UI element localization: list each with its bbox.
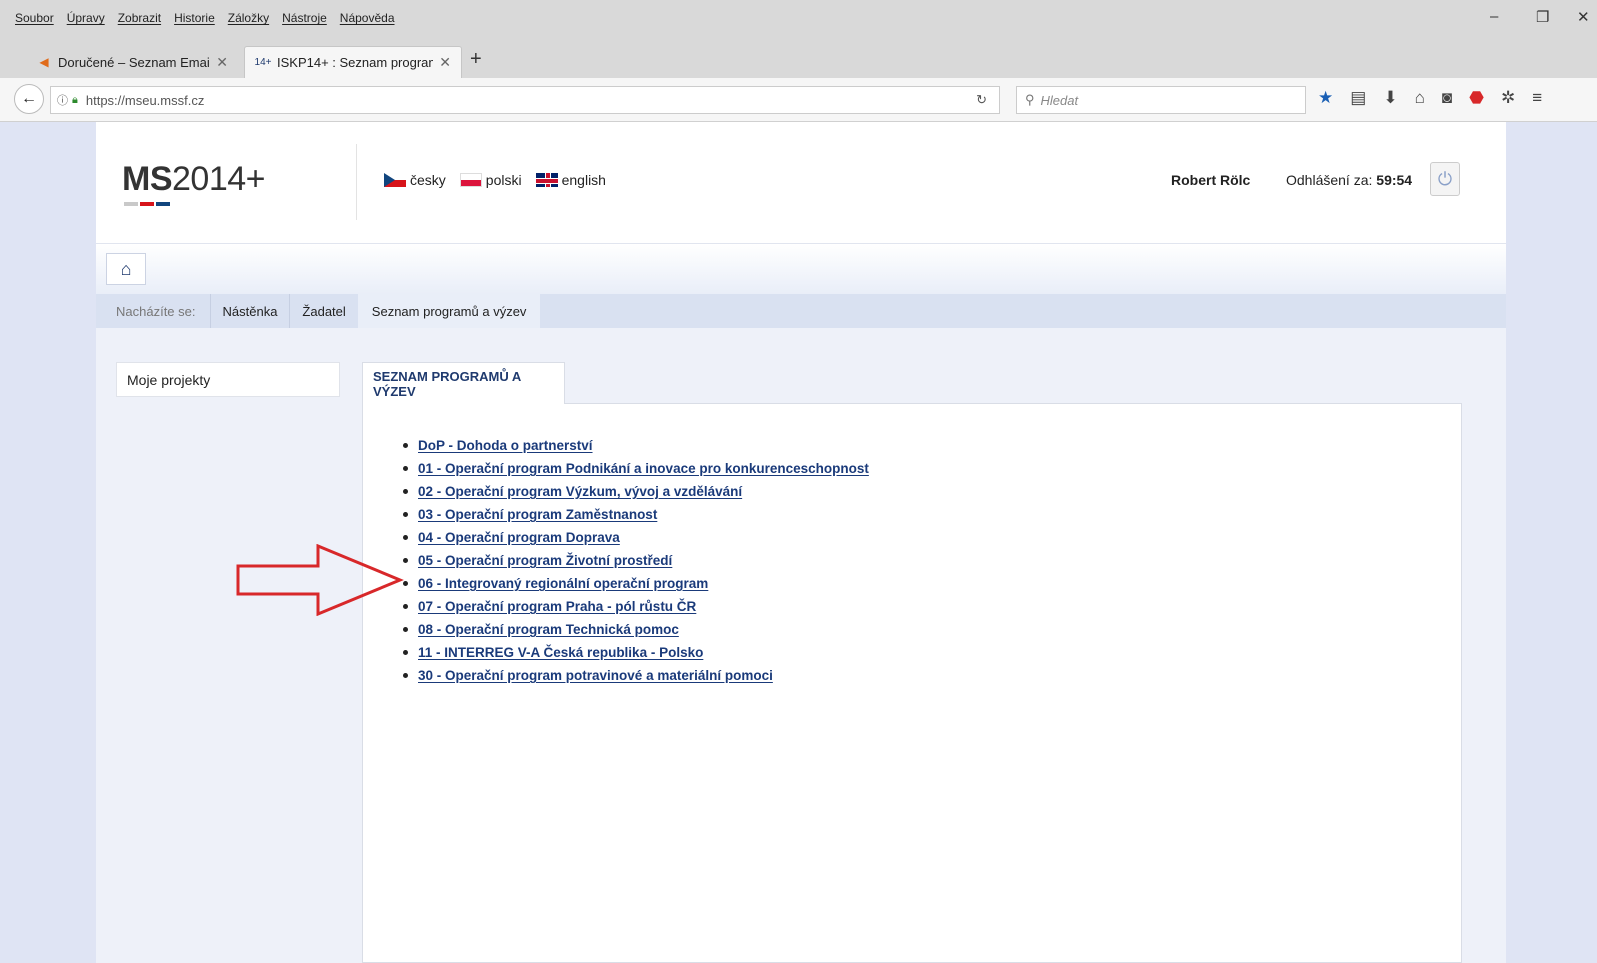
logo-stripe bbox=[124, 202, 138, 206]
logout-button[interactable]: ⏻ bbox=[1430, 162, 1460, 196]
list-item: 07 - Operační program Praha - pól růstu … bbox=[403, 595, 869, 618]
close-window-icon[interactable]: ✕ bbox=[1577, 8, 1590, 26]
bookmark-star-icon[interactable]: ★ bbox=[1318, 88, 1333, 108]
list-item: 05 - Operační program Životní prostředí bbox=[403, 549, 869, 572]
program-link[interactable]: 11 - INTERREG V-A Česká republika - Pols… bbox=[418, 645, 703, 660]
lock-icon: 🔒︎ bbox=[72, 93, 78, 106]
program-link[interactable]: 08 - Operační program Technická pomoc bbox=[418, 622, 679, 637]
back-button[interactable]: ← bbox=[14, 84, 44, 114]
breadcrumb-item-dashboard[interactable]: Nástěnka bbox=[209, 294, 290, 328]
menu-list: Soubor Úpravy Zobrazit Historie Záložky … bbox=[15, 11, 395, 25]
language-switcher: česky polski english bbox=[384, 172, 606, 188]
program-link[interactable]: DoP - Dohoda o partnerství bbox=[418, 438, 593, 453]
power-icon: ⏻ bbox=[1437, 168, 1453, 189]
restore-icon[interactable]: ❐ bbox=[1536, 8, 1549, 26]
site-header: MS2014+ česky polski english Robert Rölc… bbox=[96, 122, 1506, 244]
download-icon[interactable]: ⬇ bbox=[1383, 88, 1397, 108]
uk-flag-icon bbox=[535, 173, 558, 187]
close-tab-icon[interactable]: ✕ bbox=[216, 54, 228, 71]
program-link[interactable]: 03 - Operační program Zaměstnanost bbox=[418, 507, 657, 522]
tab-seznam-email[interactable]: ◀ Doručené – Seznam Email ✕ bbox=[26, 46, 238, 78]
breadcrumb: Nacházíte se: Nástěnka Žadatel Seznam pr… bbox=[96, 294, 1506, 328]
menu-item-tools[interactable]: Nástroje bbox=[282, 11, 327, 25]
new-tab-icon[interactable]: + bbox=[470, 48, 482, 71]
tab-iskp[interactable]: 14+ ISKP14+ : Seznam programů ✕ bbox=[244, 46, 462, 78]
minimize-icon[interactable]: – bbox=[1490, 8, 1498, 25]
search-icon: ⚲ bbox=[1025, 92, 1035, 107]
breadcrumb-item-applicant[interactable]: Žadatel bbox=[289, 294, 357, 328]
annotation-arrow-icon bbox=[236, 544, 404, 616]
seznam-email-icon: ◀ bbox=[39, 55, 49, 69]
logo-stripe bbox=[156, 202, 170, 206]
menu-item-file[interactable]: Soubor bbox=[15, 11, 54, 25]
logo-stripe bbox=[140, 202, 154, 206]
breadcrumb-current: Seznam programů a výzev bbox=[357, 294, 541, 328]
menu-item-view[interactable]: Zobrazit bbox=[118, 11, 161, 25]
polish-flag-icon bbox=[459, 173, 482, 187]
programs-panel: DoP - Dohoda o partnerství 01 - Operační… bbox=[362, 403, 1462, 963]
session-timeout: Odhlášení za: 59:54 bbox=[1286, 172, 1413, 188]
language-english[interactable]: english bbox=[535, 172, 606, 188]
breadcrumb-lead: Nacházíte se: bbox=[116, 303, 196, 319]
home-icon: ⌂ bbox=[120, 258, 132, 279]
list-item: 08 - Operační program Technická pomoc bbox=[403, 618, 869, 641]
ms2014-logo[interactable]: MS2014+ bbox=[122, 160, 266, 199]
header-divider bbox=[356, 144, 357, 220]
address-bar[interactable]: ⓘ 🔒︎ https://mseu.mssf.cz ↻ bbox=[50, 86, 1000, 114]
menu-item-help[interactable]: Nápověda bbox=[340, 11, 395, 25]
tab-programs-list[interactable]: SEZNAM PROGRAMŮ A VÝZEV bbox=[362, 362, 565, 404]
toolbar-icons: ★ ▤ ⬇ ⌂ ◙ ⬣ ✲ ≡ bbox=[1318, 88, 1542, 108]
program-link[interactable]: 04 - Operační program Doprava bbox=[418, 530, 620, 545]
list-item: 03 - Operační program Zaměstnanost bbox=[403, 503, 869, 526]
menu-item-history[interactable]: Historie bbox=[174, 11, 215, 25]
tab-title: Doručené – Seznam Email bbox=[58, 54, 211, 70]
language-polish[interactable]: polski bbox=[459, 172, 522, 188]
language-czech[interactable]: česky bbox=[384, 172, 446, 188]
logo-stripes bbox=[124, 202, 170, 206]
list-item: 11 - INTERREG V-A Česká republika - Pols… bbox=[403, 641, 869, 664]
list-item: 30 - Operační program potravinové a mate… bbox=[403, 664, 869, 687]
list-item: 06 - Integrovaný regionální operační pro… bbox=[403, 572, 869, 595]
close-tab-icon[interactable]: ✕ bbox=[439, 54, 451, 71]
home-icon[interactable]: ⌂ bbox=[1415, 88, 1425, 108]
tab-title: ISKP14+ : Seznam programů bbox=[277, 55, 434, 70]
sidebar-item-my-projects[interactable]: Moje projekty bbox=[116, 362, 340, 397]
reload-icon[interactable]: ↻ bbox=[976, 92, 987, 108]
pocket-icon[interactable]: ◙ bbox=[1442, 88, 1452, 108]
arrow-shape bbox=[236, 544, 404, 616]
czech-flag-icon bbox=[384, 173, 406, 187]
program-link[interactable]: 02 - Operační program Výzkum, vývoj a vz… bbox=[418, 484, 742, 499]
page-container: MS2014+ česky polski english Robert Rölc… bbox=[96, 122, 1506, 963]
list-item: 02 - Operační program Výzkum, vývoj a vz… bbox=[403, 480, 869, 503]
url-text: https://mseu.mssf.cz bbox=[85, 92, 205, 108]
browser-menubar: Soubor Úpravy Zobrazit Historie Záložky … bbox=[0, 0, 1597, 40]
menu-item-edit[interactable]: Úpravy bbox=[67, 11, 105, 25]
search-input[interactable]: ⚲ Hledat bbox=[1016, 86, 1306, 114]
program-link[interactable]: 07 - Operační program Praha - pól růstu … bbox=[418, 599, 696, 614]
arrow-left-icon: ← bbox=[21, 90, 37, 107]
programs-list: DoP - Dohoda o partnerství 01 - Operační… bbox=[403, 434, 869, 687]
program-link[interactable]: 30 - Operační program potravinové a mate… bbox=[418, 668, 773, 683]
list-item: 04 - Operační program Doprava bbox=[403, 526, 869, 549]
iskp-icon: 14+ bbox=[254, 57, 272, 68]
program-link[interactable]: 06 - Integrovaný regionální operační pro… bbox=[418, 576, 708, 591]
search-placeholder: Hledat bbox=[1040, 92, 1079, 108]
list-item: 01 - Operační program Podnikání a inovac… bbox=[403, 457, 869, 480]
browser-navbar: ← ⓘ 🔒︎ https://mseu.mssf.cz ↻ ⚲ Hledat ★… bbox=[0, 78, 1597, 122]
user-name[interactable]: Robert Rölc bbox=[1171, 172, 1250, 188]
hamburger-menu-icon[interactable]: ≡ bbox=[1532, 88, 1542, 108]
list-item: DoP - Dohoda o partnerství bbox=[403, 434, 869, 457]
page-toolbar: ⌂ bbox=[96, 244, 1506, 294]
home-button[interactable]: ⌂ bbox=[106, 253, 146, 285]
program-link[interactable]: 01 - Operační program Podnikání a inovac… bbox=[418, 461, 869, 476]
menu-item-bookmarks[interactable]: Záložky bbox=[228, 11, 269, 25]
bookmarks-list-icon[interactable]: ▤ bbox=[1350, 88, 1366, 108]
info-icon[interactable]: ⓘ bbox=[57, 92, 68, 108]
adblock-icon[interactable]: ⬣ bbox=[1469, 88, 1484, 108]
extension-icon[interactable]: ✲ bbox=[1501, 88, 1515, 108]
tab-strip: ◀ Doručené – Seznam Email ✕ 14+ ISKP14+ … bbox=[0, 40, 1597, 78]
program-link[interactable]: 05 - Operační program Životní prostředí bbox=[418, 553, 672, 568]
